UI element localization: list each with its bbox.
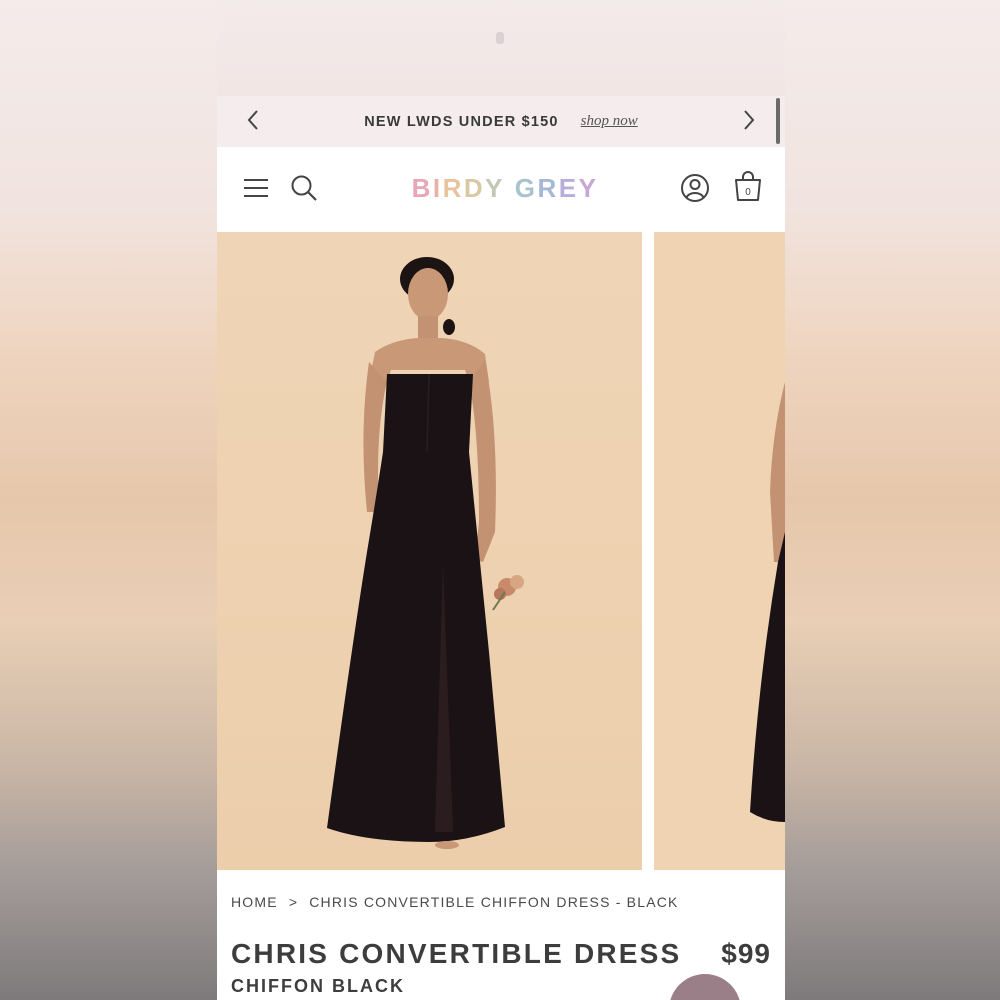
shopping-bag-icon: 0 bbox=[735, 171, 761, 201]
logo-letter: D bbox=[463, 173, 486, 203]
product-details: HOME > CHRIS CONVERTIBLE CHIFFON DRESS -… bbox=[217, 870, 785, 1000]
chevron-right-icon bbox=[744, 110, 755, 130]
product-photo-next[interactable] bbox=[654, 232, 785, 870]
hamburger-menu-icon bbox=[244, 179, 268, 197]
product-title: CHRIS CONVERTIBLE DRESS bbox=[231, 938, 682, 969]
mobile-page: NEW LWDS UNDER $150 shop now BIRDY GREY bbox=[217, 96, 785, 1000]
logo-letter: Y bbox=[578, 173, 599, 203]
model-wearing-black-dress-image bbox=[217, 232, 642, 870]
breadcrumb-separator: > bbox=[288, 894, 299, 910]
account-button[interactable] bbox=[678, 171, 712, 205]
breadcrumb: HOME > CHRIS CONVERTIBLE CHIFFON DRESS -… bbox=[231, 894, 679, 910]
logo-letter: Y bbox=[485, 173, 505, 203]
model-side-view-image bbox=[654, 232, 785, 870]
blurred-backdrop-left bbox=[0, 0, 217, 1000]
chevron-left-icon bbox=[247, 110, 258, 130]
product-photo-main[interactable] bbox=[217, 232, 642, 870]
promo-shop-now-link[interactable]: shop now bbox=[581, 113, 638, 130]
logo-letter: I bbox=[432, 173, 443, 203]
scroll-indicator[interactable] bbox=[776, 98, 780, 144]
breadcrumb-home[interactable]: HOME bbox=[231, 894, 278, 910]
promo-prev-button[interactable] bbox=[241, 108, 265, 132]
product-subtitle: CHIFFON BLACK bbox=[231, 976, 405, 996]
cart-button[interactable]: 0 bbox=[731, 169, 765, 203]
breadcrumb-current[interactable]: CHRIS CONVERTIBLE CHIFFON DRESS - BLACK bbox=[309, 894, 678, 910]
user-account-icon bbox=[681, 174, 709, 202]
logo-letter: B bbox=[411, 173, 433, 203]
logo-letter: G bbox=[514, 173, 538, 203]
product-price: $99 bbox=[721, 938, 771, 969]
logo-letter: R bbox=[442, 173, 464, 203]
menu-button[interactable] bbox=[239, 171, 273, 205]
site-header: BIRDY GREY 0 bbox=[217, 147, 785, 232]
promo-next-button[interactable] bbox=[737, 108, 761, 132]
chat-button[interactable] bbox=[669, 974, 741, 1000]
blurred-backdrop-right bbox=[785, 0, 1000, 1000]
logo-letter: E bbox=[558, 173, 579, 203]
logo-letter bbox=[505, 173, 515, 204]
logo-letter: R bbox=[537, 173, 559, 203]
search-icon bbox=[291, 175, 317, 201]
site-logo[interactable]: BIRDY GREY bbox=[410, 173, 600, 204]
camera-notch bbox=[496, 32, 504, 44]
search-button[interactable] bbox=[287, 171, 321, 205]
promo-text: NEW LWDS UNDER $150 bbox=[364, 113, 559, 130]
product-gallery[interactable] bbox=[217, 232, 785, 870]
cart-count: 0 bbox=[745, 187, 751, 198]
promo-bar: NEW LWDS UNDER $150 shop now bbox=[217, 96, 785, 147]
